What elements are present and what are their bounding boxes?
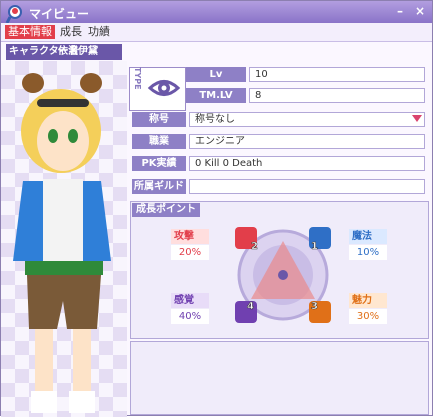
stat-sense-value: 40% bbox=[171, 309, 209, 324]
badge-2: 2 bbox=[235, 227, 258, 252]
character-name: 依澄伊黛 bbox=[58, 46, 98, 57]
guild-value bbox=[189, 179, 425, 194]
window-title: マイビュー bbox=[29, 7, 90, 21]
job-value: エンジニア bbox=[189, 134, 425, 149]
lv-value: 10 bbox=[249, 67, 425, 82]
growth-points-title: 成長ポイント bbox=[132, 203, 200, 217]
job-label: 職業 bbox=[132, 134, 186, 149]
stat-charm-label: 魅力 bbox=[349, 293, 387, 308]
character-illustration bbox=[13, 73, 111, 413]
tab-growth[interactable]: 成長 bbox=[57, 25, 85, 39]
minimize-button[interactable]: – bbox=[393, 5, 407, 18]
pk-value: 0 Kill 0 Death bbox=[189, 156, 425, 171]
type-label: TYPE bbox=[133, 67, 143, 92]
title-label: 称号 bbox=[132, 112, 186, 127]
title-bar[interactable]: マイビュー – × bbox=[1, 1, 432, 24]
stat-attack-value: 20% bbox=[171, 245, 209, 260]
magnifier-icon bbox=[5, 5, 22, 24]
pk-label: PK実績 bbox=[132, 156, 186, 171]
badge-3: 3 bbox=[309, 301, 331, 323]
svg-text:2: 2 bbox=[251, 241, 258, 252]
tab-basic-info[interactable]: 基本情報 bbox=[5, 25, 55, 39]
stat-magic-label: 魔法 bbox=[349, 229, 387, 244]
growth-emblem: 2 1 4 3 bbox=[235, 227, 331, 323]
badge-4: 4 bbox=[235, 301, 257, 323]
guild-label: 所属ギルド bbox=[132, 179, 186, 194]
character-portrait bbox=[1, 61, 127, 417]
stat-attack-label: 攻撃 bbox=[171, 229, 209, 244]
stat-charm-value: 30% bbox=[349, 309, 387, 324]
tmlv-label: TM.LV bbox=[186, 88, 246, 103]
title-dropdown[interactable]: 称号なし bbox=[189, 112, 425, 127]
badge-1: 1 bbox=[309, 227, 331, 252]
title-dropdown-value: 称号なし bbox=[195, 114, 235, 125]
tmlv-value: 8 bbox=[249, 88, 425, 103]
stat-magic-value: 10% bbox=[349, 245, 387, 260]
svg-text:4: 4 bbox=[247, 301, 254, 312]
type-label-text: TYPE bbox=[133, 67, 142, 90]
myview-window: マイビュー – × 基本情報 成長 功績 キャラクター名 依澄伊黛 TYPE L… bbox=[0, 0, 433, 417]
lv-label: Lv bbox=[186, 67, 246, 82]
tab-achievements[interactable]: 功績 bbox=[85, 25, 113, 39]
eye-type-icon bbox=[147, 71, 181, 105]
stat-sense-label: 感覚 bbox=[171, 293, 209, 308]
tab-bar: 基本情報 成長 功績 bbox=[1, 23, 432, 42]
description-box bbox=[130, 341, 429, 415]
svg-text:1: 1 bbox=[311, 241, 318, 252]
close-button[interactable]: × bbox=[413, 5, 427, 18]
svg-text:3: 3 bbox=[311, 301, 318, 312]
chevron-down-icon bbox=[412, 115, 422, 122]
